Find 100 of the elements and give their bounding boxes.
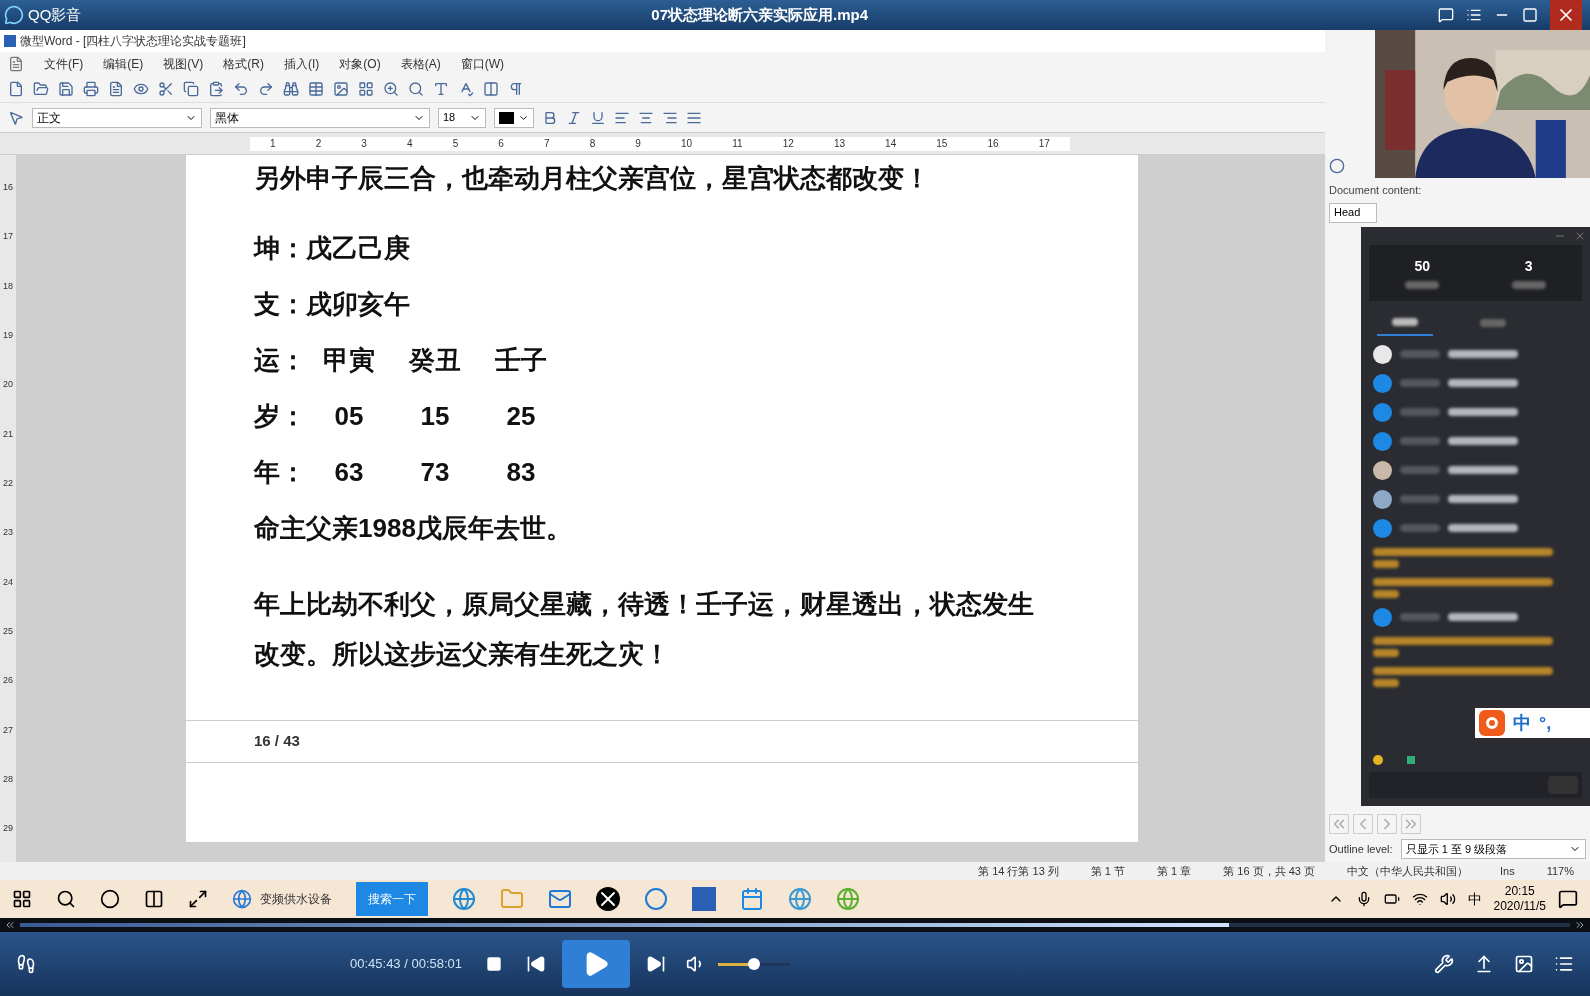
menu-item[interactable]: 对象(O) [339, 54, 381, 73]
previous-icon[interactable] [526, 954, 547, 974]
columns-icon[interactable] [483, 80, 499, 97]
italic-icon[interactable] [566, 109, 582, 126]
blurred-text [1448, 408, 1518, 416]
color-swatch [499, 111, 514, 124]
menu-item[interactable]: 视图(V) [163, 54, 204, 73]
save-icon[interactable] [58, 80, 74, 97]
app-logo-icon [4, 5, 24, 25]
bold-icon[interactable] [542, 109, 558, 126]
windows-icon[interactable] [12, 889, 32, 909]
settings-icon[interactable] [1434, 954, 1454, 974]
outline-level-dropdown[interactable]: 只显示 1 至 9 级段落 [1400, 839, 1586, 859]
playlist-icon[interactable] [1554, 954, 1574, 974]
play-button[interactable] [562, 940, 631, 988]
pilcrow-icon[interactable] [508, 80, 524, 97]
paste-icon[interactable] [208, 80, 224, 97]
document-paragraph: 另外申子辰三合，也牵动月柱父亲宫位，星宫状态都改变！ [254, 162, 931, 195]
document-text: 63 [333, 456, 365, 489]
document-icon[interactable] [108, 80, 124, 97]
status-text: 117% [1546, 863, 1574, 879]
underline-icon[interactable] [590, 109, 606, 126]
zoom-in-icon[interactable] [383, 80, 399, 97]
printer-icon[interactable] [83, 80, 99, 97]
clock[interactable]: 20:15 2020/11/5 [1493, 884, 1546, 914]
footprints-icon[interactable] [16, 954, 36, 974]
stop-icon[interactable] [486, 956, 503, 972]
blurred-text [1448, 466, 1518, 474]
document-content-label: Document content: [1328, 183, 1423, 198]
close-button[interactable] [1550, 0, 1582, 30]
seek-bar[interactable] [20, 923, 1570, 927]
blurred-text [1400, 466, 1440, 474]
table-icon[interactable] [308, 80, 324, 97]
volume-thumb[interactable] [748, 958, 761, 970]
volume-icon[interactable] [1439, 891, 1456, 907]
word-window-title: 微型Word - [四柱八字状态理论实战专题班] [20, 33, 246, 50]
blurred-text [1448, 613, 1518, 621]
image-icon[interactable] [333, 80, 349, 97]
document-content-field[interactable]: Head [1329, 202, 1377, 223]
undo-icon[interactable] [233, 80, 249, 97]
ime-bar[interactable]: 中 °, [1475, 708, 1590, 738]
menu-item[interactable]: 格式(R) [223, 54, 264, 73]
video-title: 07状态理论断六亲实际应用.mp4 [650, 4, 869, 25]
scissors-icon[interactable] [158, 80, 174, 97]
menu-item[interactable]: 窗口(W) [460, 54, 504, 73]
redo-icon[interactable] [258, 80, 274, 97]
font-size-dropdown[interactable]: 18 [438, 107, 486, 128]
blurred-text [1448, 379, 1518, 387]
document-text: 05 [333, 400, 365, 433]
globe-icon[interactable] [788, 887, 812, 911]
color-dropdown[interactable] [494, 107, 534, 128]
status-text: Ins [1500, 863, 1515, 879]
notification-icon[interactable] [1558, 889, 1578, 909]
new-file-icon[interactable] [8, 80, 24, 97]
status-text: 中文（中华人民共和国） [1347, 863, 1468, 879]
menu-item[interactable]: 表格(A) [400, 54, 441, 73]
spellcheck-icon[interactable] [458, 80, 474, 97]
grid-icon[interactable] [358, 80, 374, 97]
binoculars-icon[interactable] [283, 80, 299, 97]
xbox-icon[interactable] [596, 887, 620, 911]
document-text: 83 [505, 456, 537, 489]
taskbar-search-text[interactable]: 变频供水设备 [260, 890, 332, 908]
next-icon[interactable] [646, 954, 667, 974]
calendar-icon[interactable] [740, 887, 764, 911]
folder-icon[interactable] [33, 80, 49, 97]
task-view-icon[interactable] [144, 889, 164, 909]
document-text: 戊乙己庚 [306, 232, 410, 265]
maximize-icon[interactable] [1522, 7, 1538, 23]
playlist-icon[interactable] [1466, 7, 1482, 23]
document-text: 壬子 [494, 344, 548, 377]
document-text: 15 [419, 400, 451, 433]
blurred-text [1373, 678, 1399, 687]
chat-icon[interactable] [1438, 7, 1454, 23]
text-box-icon[interactable] [433, 80, 449, 97]
menu-item[interactable]: 编辑(E) [103, 54, 144, 73]
menu-item[interactable]: 文件(F) [44, 54, 84, 73]
font-dropdown[interactable]: 黑体 [210, 107, 430, 128]
app-name: QQ影音 [28, 4, 82, 25]
menu-item[interactable]: 插入(I) [284, 54, 320, 73]
battery-icon[interactable] [1383, 891, 1400, 907]
style-dropdown[interactable]: 正文 [32, 107, 202, 128]
document-paragraph: 命主父亲1988戊辰年去世。 [254, 512, 573, 545]
fast-forward-icon[interactable] [1574, 919, 1586, 931]
ime-indicator[interactable]: 中 [1467, 888, 1482, 910]
pointer-icon[interactable] [8, 109, 24, 126]
blurred-text [1448, 350, 1518, 358]
circle-icon[interactable] [100, 889, 120, 909]
search-icon[interactable] [56, 889, 76, 909]
stat-value: 50 [1414, 257, 1431, 276]
row-label: 运： [254, 344, 306, 377]
wifi-icon[interactable] [1411, 891, 1428, 907]
document-icon [8, 55, 24, 72]
mail-icon[interactable] [548, 887, 572, 911]
blurred-text [1448, 495, 1518, 503]
search-button[interactable]: 搜索一下 [356, 882, 428, 916]
blurred-text [1373, 589, 1399, 598]
copy-icon[interactable] [183, 80, 199, 97]
row-label: 岁： [254, 400, 306, 433]
blurred-text [1400, 408, 1440, 416]
rewind-icon[interactable] [4, 919, 16, 931]
